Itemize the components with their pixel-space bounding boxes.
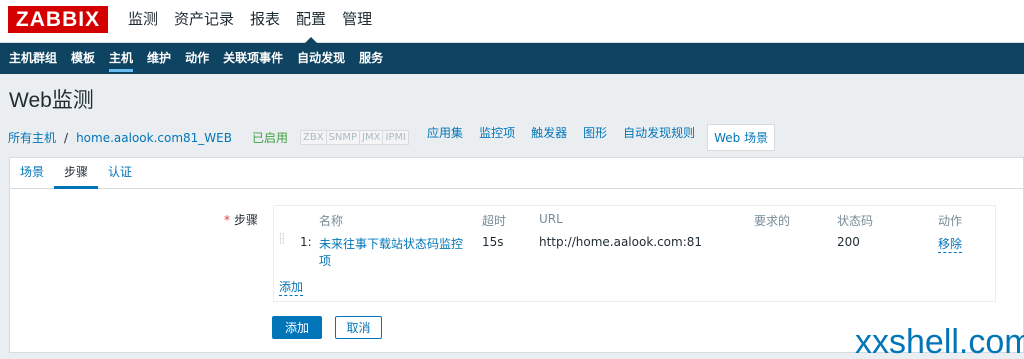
breadcrumb-separator: / — [64, 130, 69, 145]
link-web-scenarios[interactable]: Web 场景 — [707, 124, 776, 151]
availability-zbx: ZBX — [300, 131, 327, 144]
sub-menu-event-correlation[interactable]: 关联项事件 — [216, 43, 290, 74]
drag-handle-icon[interactable]: ⁞⁞ ⁞⁞ — [279, 233, 285, 257]
main-menu-reports[interactable]: 报表 — [242, 0, 288, 43]
step-url: http://home.aalook.com:81 — [539, 235, 703, 249]
link-triggers[interactable]: 触发器 — [531, 124, 567, 151]
host-navigation: 所有主机 / home.aalook.com81_WEB 已启用 ZBX SNM… — [8, 124, 783, 151]
sub-menu-discovery[interactable]: 自动发现 — [290, 43, 352, 74]
col-timeout: 超时 — [482, 214, 507, 228]
step-name-link[interactable]: 未来往事下载站状态码监控项 — [319, 235, 469, 269]
remove-step-link[interactable]: 移除 — [938, 235, 963, 253]
steps-label: * 步骤 — [224, 211, 258, 228]
host-status[interactable]: 已启用 — [252, 129, 288, 146]
tab-authentication[interactable]: 认证 — [98, 158, 142, 188]
sub-menu-actions[interactable]: 动作 — [178, 43, 216, 74]
main-menu: 监测 资产记录 报表 配置 管理 — [120, 0, 380, 43]
col-url: URL — [539, 212, 563, 226]
main-menu-configuration[interactable]: 配置 — [288, 0, 334, 43]
link-graphs[interactable]: 图形 — [583, 124, 607, 151]
step-timeout: 15s — [482, 235, 504, 249]
cancel-button[interactable]: 取消 — [335, 316, 382, 339]
sub-menu-host-groups[interactable]: 主机群组 — [2, 43, 64, 74]
required-marker: * — [224, 213, 230, 227]
steps-label-text: 步骤 — [234, 213, 259, 227]
link-applications[interactable]: 应用集 — [427, 124, 463, 151]
link-discovery-rules[interactable]: 自动发现规则 — [623, 124, 695, 151]
add-step-link[interactable]: 添加 — [279, 278, 304, 296]
host-links: 应用集 监控项 触发器 图形 自动发现规则 Web 场景 — [419, 124, 783, 151]
main-menu-inventory[interactable]: 资产记录 — [166, 0, 242, 43]
col-name: 名称 — [319, 214, 344, 228]
page-title: Web监测 — [9, 89, 94, 112]
sub-menu-templates[interactable]: 模板 — [64, 43, 102, 74]
col-action: 动作 — [938, 214, 963, 228]
breadcrumb-host[interactable]: home.aalook.com81_WEB — [76, 131, 232, 145]
step-index: 1: — [300, 235, 312, 249]
tab-scenario[interactable]: 场景 — [10, 158, 54, 188]
sub-menu-hosts[interactable]: 主机 — [102, 43, 140, 74]
zabbix-logo[interactable]: ZABBIX — [8, 6, 108, 33]
col-required: 要求的 — [754, 214, 791, 228]
availability-ipmi: IPMI — [383, 131, 409, 144]
form-tabs: 场景 步骤 认证 — [10, 158, 1023, 189]
watermark: xxshell.com — [855, 323, 1024, 359]
availability-badges: ZBX SNMP JMX IPMI — [299, 130, 410, 145]
steps-table: 名称 超时 URL 要求的 状态码 动作 ⁞⁞ ⁞⁞ 1: 未来往事下载站状态码监… — [273, 205, 996, 302]
sub-menu-maintenance[interactable]: 维护 — [140, 43, 178, 74]
availability-snmp: SNMP — [326, 131, 361, 144]
tab-steps[interactable]: 步骤 — [54, 158, 99, 189]
breadcrumb-all-hosts[interactable]: 所有主机 — [8, 129, 56, 146]
sub-menu-services[interactable]: 服务 — [352, 43, 390, 74]
main-menu-monitoring[interactable]: 监测 — [120, 0, 166, 43]
link-items[interactable]: 监控项 — [479, 124, 515, 151]
sub-menu: 主机群组 模板 主机 维护 动作 关联项事件 自动发现 服务 — [0, 43, 1024, 74]
step-status-codes: 200 — [837, 235, 860, 249]
top-bar: ZABBIX 监测 资产记录 报表 配置 管理 — [0, 0, 1024, 43]
main-menu-administration[interactable]: 管理 — [334, 0, 380, 43]
col-status-codes: 状态码 — [837, 214, 874, 228]
add-button[interactable]: 添加 — [272, 316, 322, 339]
availability-jmx: JMX — [360, 131, 384, 144]
